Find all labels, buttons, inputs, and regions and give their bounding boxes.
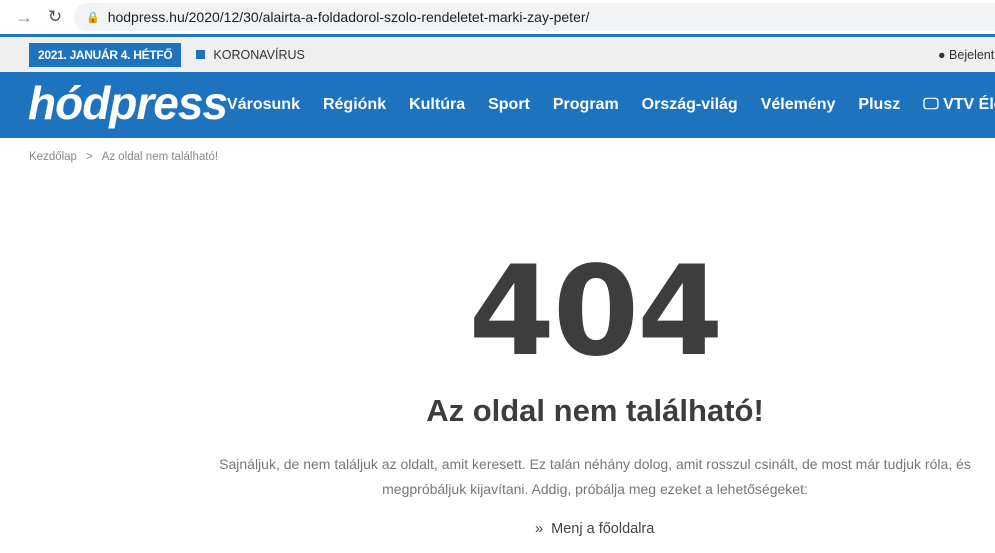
nav-velemeny[interactable]: Vélemény <box>761 96 836 114</box>
square-icon <box>196 50 206 59</box>
home-link[interactable]: » Menj a főoldalra <box>535 521 654 537</box>
date-badge: 2021. JANUÁR 4. HÉTFŐ <box>29 42 182 67</box>
lock-icon: 🔒 <box>86 11 100 24</box>
chevron-right-icon: > <box>85 151 93 163</box>
nav-program[interactable]: Program <box>553 96 619 114</box>
nav-kultura[interactable]: Kultúra <box>409 96 465 114</box>
logo[interactable]: hódpress <box>28 76 228 130</box>
tag-link-koronavirus[interactable]: KORONAVÍRUS <box>196 47 305 62</box>
nav-vtv-elo[interactable]: 🖵 VTV Élő <box>923 96 995 114</box>
login-link[interactable]: ● Bejelentkezés <box>938 48 995 62</box>
tag-label: KORONAVÍRUS <box>213 47 305 62</box>
user-icon: ● <box>938 47 946 62</box>
nav-label: VTV Élő <box>943 96 995 113</box>
login-label: Bejelentkezés <box>949 47 995 62</box>
browser-toolbar: → ↻ 🔒 hodpress.hu/2020/12/30/alairta-a-f… <box>0 0 995 34</box>
breadcrumb: Kezdőlap > Az oldal nem található! <box>29 151 218 163</box>
top-bar: 2021. JANUÁR 4. HÉTFŐ KORONAVÍRUS ● Beje… <box>0 37 995 72</box>
nav-regionk[interactable]: Régiónk <box>323 96 386 114</box>
forward-icon[interactable]: → <box>8 7 40 28</box>
error-code: 404 <box>468 240 724 384</box>
nav-varosunk[interactable]: Városunk <box>227 96 300 114</box>
error-title: Az oldal nem található! <box>426 393 764 428</box>
home-link-label: Menj a főoldalra <box>551 521 655 537</box>
tv-icon: 🖵 <box>923 96 939 113</box>
main-nav: hódpress Városunk Régiónk Kultúra Sport … <box>0 72 995 138</box>
breadcrumb-home[interactable]: Kezdőlap <box>29 151 77 163</box>
url-text: hodpress.hu/2020/12/30/alairta-a-foldado… <box>107 9 590 25</box>
address-bar[interactable]: 🔒 hodpress.hu/2020/12/30/alairta-a-folda… <box>74 3 995 31</box>
nav-orszag-vilag[interactable]: Ország-világ <box>642 96 738 114</box>
error-message: Sajnáljuk, de nem találjuk az oldalt, am… <box>219 456 971 497</box>
nav-plusz[interactable]: Plusz <box>858 96 900 114</box>
reload-icon[interactable]: ↻ <box>40 7 70 27</box>
double-chevron-icon: » <box>535 521 544 537</box>
nav-sport[interactable]: Sport <box>488 96 530 114</box>
breadcrumb-current: Az oldal nem található! <box>101 151 219 163</box>
